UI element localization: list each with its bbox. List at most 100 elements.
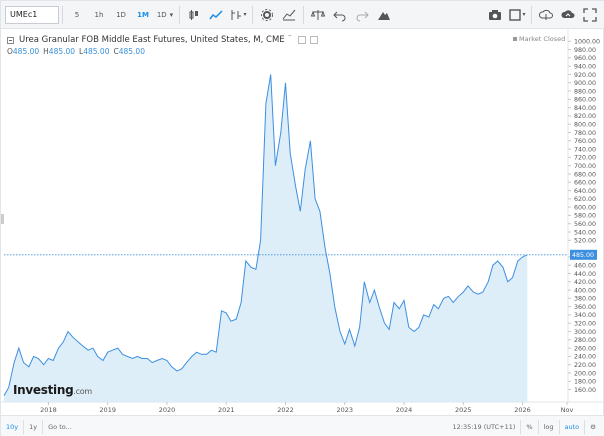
templates-button[interactable]	[307, 5, 329, 25]
chart-area[interactable]: 160.00 180.00 200.00 220.00 240.00 260.00 280.…	[1, 29, 604, 415]
chevron-down-icon[interactable]: ˜	[288, 35, 292, 45]
range-1y-button[interactable]: 1y	[24, 419, 44, 434]
y-tick-label: 740.00	[574, 146, 596, 153]
interval-dropdown-label: 1D	[156, 10, 167, 19]
settings-icon[interactable]	[297, 36, 306, 44]
last-price-label: 485.00	[572, 252, 594, 259]
y-tick-label: 420.00	[574, 279, 596, 286]
price-chart[interactable]: 160.00180.00 200.00220.00240.00 260.00280.…	[1, 29, 604, 415]
log-toggle[interactable]: log	[537, 419, 559, 434]
data-point	[285, 82, 286, 83]
data-point	[245, 260, 246, 261]
data-point	[399, 308, 400, 309]
data-point	[319, 211, 320, 212]
data-point	[216, 352, 217, 353]
data-point	[23, 362, 24, 363]
toolbar-separator	[303, 5, 304, 24]
data-point	[295, 186, 296, 187]
data-point	[162, 358, 163, 359]
data-point	[473, 292, 474, 293]
data-point	[226, 312, 227, 313]
data-point	[379, 306, 380, 307]
logo-name: Investing	[13, 383, 74, 397]
data-point	[152, 362, 153, 363]
status-dot-icon	[513, 37, 517, 41]
ohlc-values: O485.00 H485.00 L485.00 C485.00	[7, 47, 145, 56]
y-tick-label: 180.00	[574, 379, 596, 386]
data-point	[58, 348, 59, 349]
square-icon	[509, 8, 522, 21]
redo-icon	[356, 11, 369, 21]
data-point	[38, 358, 39, 359]
y-tick-label: 640.00	[574, 188, 596, 195]
chevron-down-icon: ▾	[243, 11, 247, 18]
data-point	[176, 370, 177, 371]
data-point	[211, 350, 212, 351]
data-point	[260, 240, 261, 241]
data-point	[97, 356, 98, 357]
data-point	[354, 345, 355, 346]
data-point	[67, 331, 68, 332]
line-icon	[209, 9, 223, 19]
data-point	[43, 364, 44, 365]
interval-dropdown[interactable]: 1D ▾	[154, 5, 176, 25]
y-tick-label: 840.00	[574, 105, 596, 112]
y-tick-label: 820.00	[574, 113, 596, 120]
screenshot-button[interactable]	[484, 5, 506, 25]
data-point	[512, 277, 513, 278]
interval-1m-button[interactable]: 1M	[132, 5, 154, 25]
data-point	[236, 319, 237, 320]
data-point	[478, 294, 479, 295]
data-point	[14, 362, 15, 363]
indicators-button[interactable]: ▾	[227, 5, 249, 25]
series-area	[4, 74, 528, 402]
x-tick-label: Nov	[561, 406, 574, 414]
settings-button[interactable]	[256, 5, 278, 25]
pane-resize-handle[interactable]	[1, 214, 4, 224]
redo-button[interactable]	[351, 5, 373, 25]
data-point	[191, 356, 192, 357]
y-tick-label: 680.00	[574, 171, 596, 178]
y-tick-label: 860.00	[574, 97, 596, 104]
interval-5-button[interactable]: 5	[66, 5, 88, 25]
data-point	[349, 329, 350, 330]
goto-button[interactable]: Go to...	[43, 420, 77, 434]
data-point	[433, 304, 434, 305]
gear-icon[interactable]: ⚙	[584, 419, 601, 434]
data-point	[112, 350, 113, 351]
layout-dropdown[interactable]: ▾	[506, 5, 528, 25]
percent-toggle[interactable]: %	[520, 419, 537, 434]
save-chart-button[interactable]	[557, 5, 579, 25]
y-tick-label: 660.00	[574, 180, 596, 187]
y-tick-label: 900.00	[574, 80, 596, 87]
undo-button[interactable]	[329, 5, 351, 25]
toolbar-separator	[179, 5, 180, 24]
data-point	[255, 269, 256, 270]
collapse-icon[interactable]	[7, 36, 14, 44]
data-point	[463, 292, 464, 293]
auto-scale-toggle[interactable]: auto	[558, 419, 585, 434]
data-point	[221, 310, 222, 311]
x-tick-label: 2023	[336, 406, 353, 414]
clock-timestamp: 12:35:19 (UTC+11)	[452, 422, 516, 431]
data-point	[492, 265, 493, 266]
toolbar-separator	[62, 5, 63, 24]
market-status-text: Market Closed	[519, 35, 566, 43]
y-tick-label: 600.00	[574, 204, 596, 211]
range-10y-button[interactable]: 10y	[1, 419, 25, 434]
chevron-down-icon: ▾	[169, 10, 174, 19]
fullscreen-button[interactable]	[579, 5, 601, 25]
chart-type-button[interactable]	[183, 5, 205, 25]
close-icon[interactable]	[309, 36, 318, 44]
interval-1h-button[interactable]: 1h	[88, 5, 110, 25]
line-chart-button[interactable]	[205, 5, 227, 25]
data-point	[374, 290, 375, 291]
y-tick-label: 280.00	[574, 337, 596, 344]
compare-button[interactable]	[278, 5, 300, 25]
data-point	[428, 316, 429, 317]
symbol-input[interactable]: UMEc1	[5, 5, 59, 24]
load-chart-button[interactable]	[535, 5, 557, 25]
data-point	[28, 366, 29, 367]
interval-1d-button[interactable]: 1D	[110, 5, 132, 25]
alert-button[interactable]	[373, 5, 395, 25]
